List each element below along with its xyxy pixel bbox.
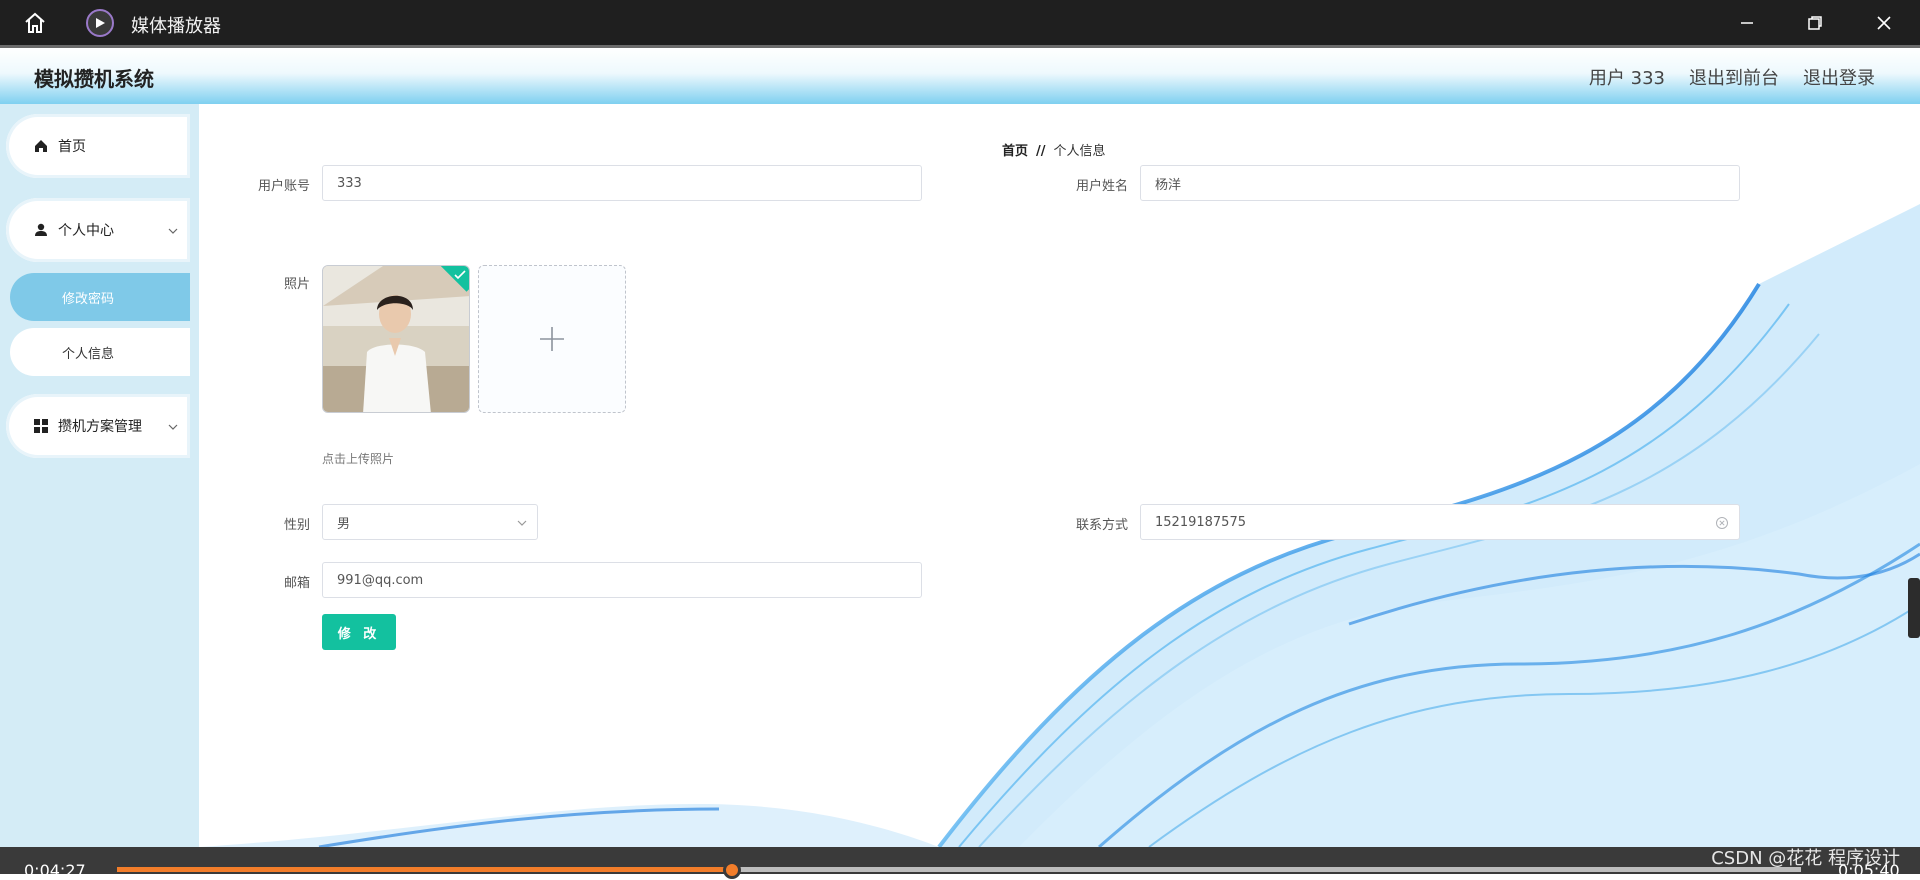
submit-button[interactable]: 修 改 [322, 614, 396, 650]
chevron-down-icon [168, 420, 178, 430]
person-photo-image [323, 266, 469, 412]
sidebar-item-personal-info[interactable]: 个人信息 [10, 328, 190, 376]
wave-background [199, 204, 1920, 847]
upload-hint: 点击上传照片 [322, 452, 395, 466]
upload-photo-button[interactable] [478, 265, 626, 413]
media-player-logo-icon [86, 9, 114, 37]
sidebar-item-label: 修改密码 [62, 291, 115, 307]
account-value: 333 [337, 175, 362, 191]
back-to-front-link[interactable]: 退出到前台 [1689, 64, 1779, 90]
scrollbar-handle[interactable] [1908, 578, 1920, 638]
gender-value: 男 [337, 516, 351, 532]
photo-label: 照片 [283, 277, 310, 292]
account-input[interactable]: 333 [322, 165, 922, 201]
sidebar-item-label: 个人中心 [58, 223, 114, 239]
gender-label: 性别 [283, 518, 310, 533]
breadcrumb-separator: // [1036, 144, 1046, 159]
grid-icon [34, 419, 48, 433]
user-label: 用户 333 [1588, 68, 1665, 89]
player-title: 媒体播放器 [131, 16, 221, 37]
contact-value: 15219187575 [1155, 514, 1246, 530]
account-label: 用户账号 [257, 179, 310, 194]
chevron-down-icon [168, 224, 178, 234]
sidebar-item-label: 个人信息 [62, 346, 115, 362]
playback-bar: 0:04:27 0:05:40 [0, 847, 1920, 880]
app-brand: 模拟攒机系统 [34, 67, 154, 91]
minimize-icon[interactable] [1734, 10, 1760, 36]
email-value: 991@qq.com [337, 572, 424, 588]
current-time: 0:04:27 [24, 861, 86, 880]
close-icon[interactable] [1871, 10, 1897, 36]
email-label: 邮箱 [283, 576, 310, 591]
sidebar-item-plan-management[interactable]: 攒机方案管理 [6, 394, 190, 458]
sidebar-item-label: 首页 [58, 139, 86, 155]
app-header: 模拟攒机系统 用户 333 退出到前台 退出登录 [0, 45, 1920, 104]
restore-icon[interactable] [1802, 10, 1828, 36]
breadcrumb-home[interactable]: 首页 [1002, 144, 1028, 159]
check-icon [454, 270, 466, 280]
home-icon[interactable] [22, 10, 48, 36]
user-icon [34, 223, 48, 237]
sidebar: 首页 个人中心 修改密码 个人信息 攒机方案管理 [0, 104, 199, 847]
sidebar-item-change-password[interactable]: 修改密码 [10, 273, 190, 321]
sidebar-item-personal-center[interactable]: 个人中心 [6, 198, 190, 262]
breadcrumb-current: 个人信息 [1053, 144, 1106, 159]
home-icon [34, 139, 48, 153]
email-input[interactable]: 991@qq.com [322, 562, 922, 598]
breadcrumb: 首页 // 个人信息 [1002, 140, 1106, 159]
chevron-down-icon [517, 520, 527, 526]
sidebar-item-home[interactable]: 首页 [6, 114, 190, 178]
clear-icon[interactable] [1715, 516, 1729, 530]
contact-input[interactable]: 15219187575 [1140, 504, 1740, 540]
sidebar-item-label: 攒机方案管理 [58, 419, 142, 435]
player-title-bar: 媒体播放器 [0, 0, 1920, 45]
watermark: CSDN @花花 程序设计 [1711, 848, 1900, 869]
progress-fill [117, 867, 732, 872]
name-label: 用户姓名 [1075, 179, 1128, 194]
progress-track[interactable] [117, 861, 1801, 879]
uploaded-photo[interactable] [322, 265, 470, 413]
name-value: 杨洋 [1155, 177, 1182, 193]
progress-knob[interactable] [722, 861, 741, 879]
main-content: 首页 // 个人信息 用户账号 333 用户姓名 杨洋 照片 点击上传照片 性别 男… [199, 104, 1920, 847]
plus-icon [540, 327, 564, 351]
contact-label: 联系方式 [1075, 518, 1128, 533]
gender-select[interactable]: 男 [322, 504, 538, 540]
logout-link[interactable]: 退出登录 [1803, 64, 1875, 90]
name-input[interactable]: 杨洋 [1140, 165, 1740, 201]
